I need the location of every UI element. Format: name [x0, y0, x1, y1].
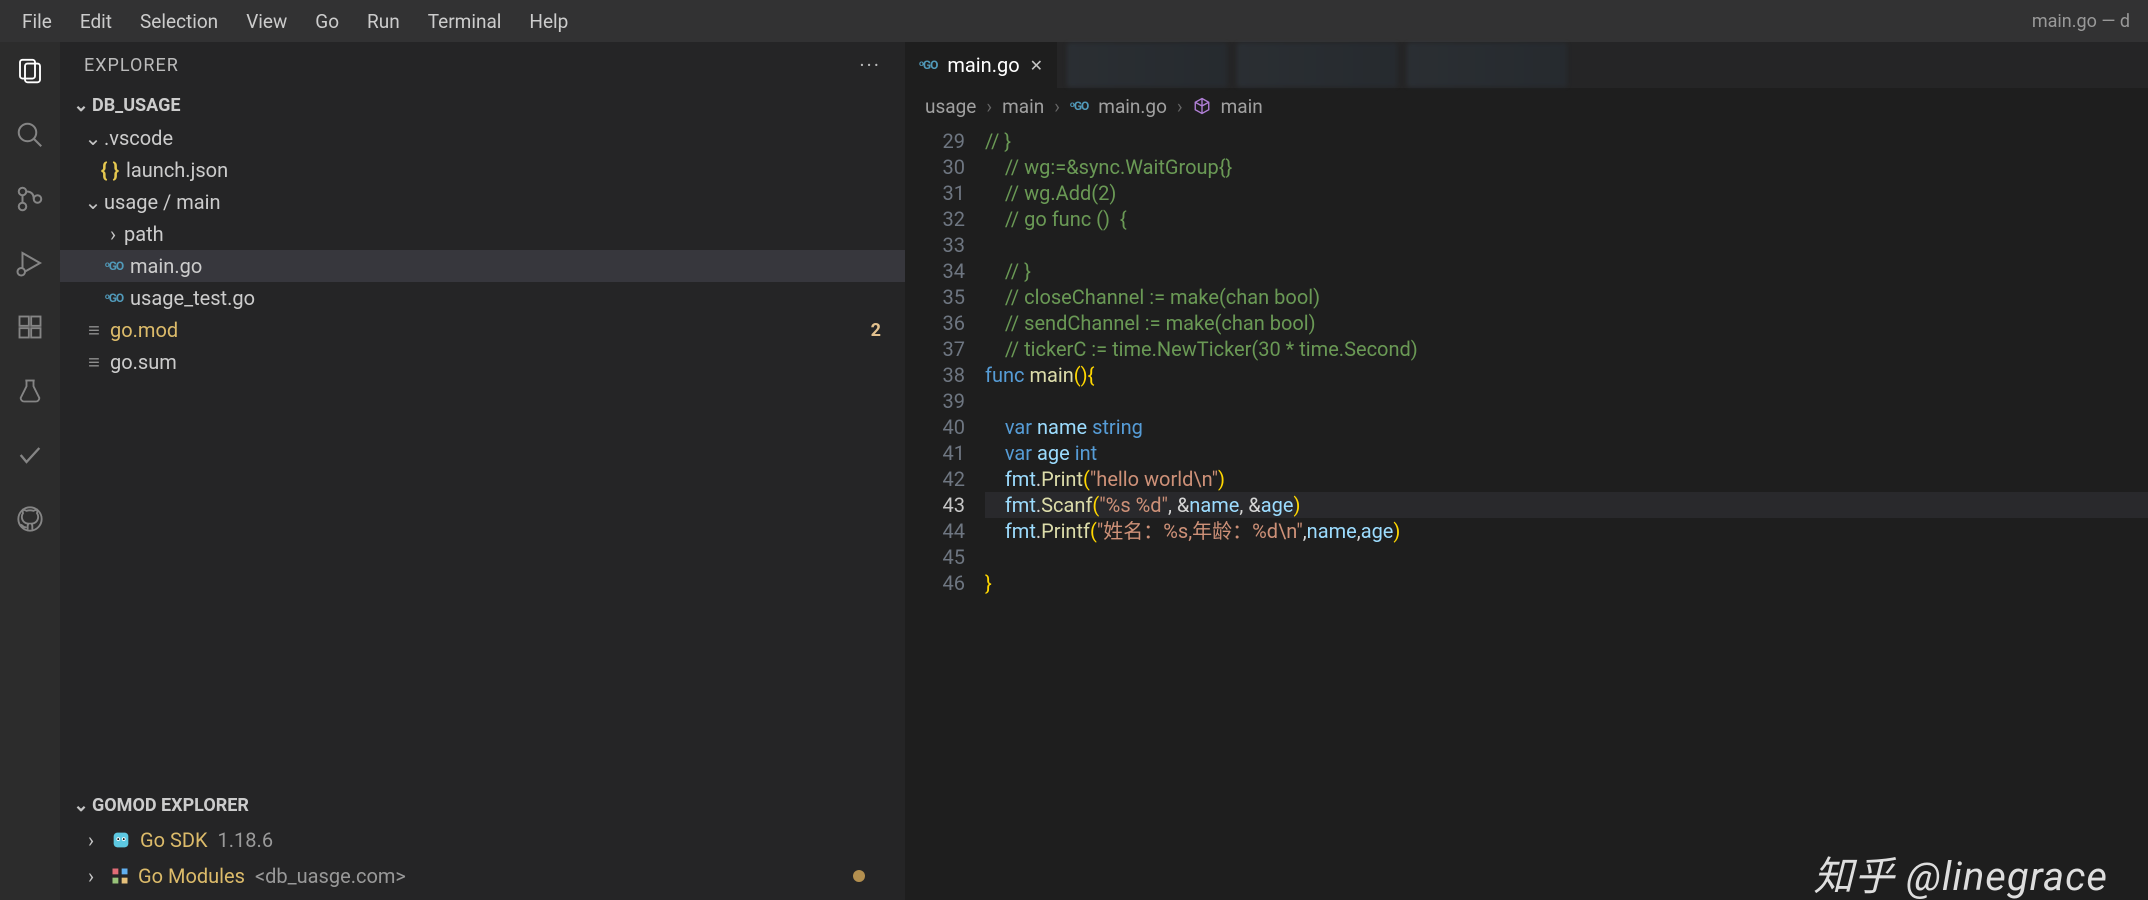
- folder-label: .vscode: [104, 126, 173, 150]
- file-label: main.go: [130, 254, 202, 278]
- folder-label: usage / main: [104, 190, 221, 214]
- tab-blurred-2[interactable]: [1237, 43, 1397, 87]
- gomod-title: GOMOD EXPLORER: [92, 795, 249, 816]
- gomod-section: ⌄ GOMOD EXPLORER › Go SDK 1.18.6 › Go Mo…: [60, 788, 905, 900]
- activity-bar: [0, 42, 60, 900]
- check-icon[interactable]: [13, 438, 47, 472]
- project-section: ⌄ DB_USAGE ⌄.vscode{ }launch.json⌄usage …: [60, 88, 905, 384]
- folder-usage-main[interactable]: ⌄usage / main: [60, 186, 905, 218]
- menubar: FileEditSelectionViewGoRunTerminalHelp m…: [0, 0, 2148, 42]
- project-name: DB_USAGE: [92, 95, 180, 116]
- tab-blurred-1[interactable]: [1067, 43, 1227, 87]
- github-icon[interactable]: [13, 502, 47, 536]
- extensions-icon[interactable]: [13, 310, 47, 344]
- testing-icon[interactable]: [13, 374, 47, 408]
- tab-blurred-3[interactable]: [1407, 43, 1567, 87]
- menu-items: FileEditSelectionViewGoRunTerminalHelp: [8, 10, 582, 33]
- more-icon[interactable]: ···: [859, 53, 881, 77]
- explorer-title: EXPLORER: [84, 55, 179, 76]
- folder-path[interactable]: ›path: [60, 218, 905, 250]
- modules-icon: [110, 866, 130, 886]
- file-tree: ⌄.vscode{ }launch.json⌄usage / main›path…: [60, 122, 905, 378]
- chevron-right-icon: ›: [986, 95, 992, 118]
- menu-go[interactable]: Go: [301, 10, 353, 33]
- bc-usage[interactable]: usage: [925, 95, 976, 118]
- chevron-down-icon: ⌄: [70, 95, 92, 116]
- sidebar: EXPLORER ··· ⌄ DB_USAGE ⌄.vscode{ }launc…: [60, 42, 905, 900]
- bc-main[interactable]: main: [1002, 95, 1044, 118]
- bc-symbol[interactable]: main: [1221, 95, 1263, 118]
- braces-icon: { }: [98, 158, 122, 182]
- package-icon: [1193, 97, 1211, 115]
- go-file-icon: ᵒGO: [1070, 99, 1088, 113]
- bc-file[interactable]: main.go: [1098, 95, 1167, 118]
- chevron-right-icon: ›: [80, 828, 102, 852]
- chevron-right-icon: ›: [1054, 95, 1060, 118]
- folder--vscode[interactable]: ⌄.vscode: [60, 122, 905, 154]
- go-modules-scope: <db_uasge.com>: [255, 864, 406, 888]
- go-sdk-label: Go SDK: [140, 828, 208, 852]
- close-icon[interactable]: ✕: [1030, 56, 1043, 75]
- chevron-right-icon: ›: [1177, 95, 1183, 118]
- menu-selection[interactable]: Selection: [126, 10, 232, 33]
- go-icon: ᵒGO: [102, 259, 126, 273]
- breadcrumbs[interactable]: usage › main › ᵒGO main.go › main: [905, 88, 2148, 124]
- chevron-down-icon: ⌄: [82, 126, 104, 150]
- file-usage_test-go[interactable]: ᵒGO usage_test.go: [60, 282, 905, 314]
- lines-icon: ≡: [82, 318, 106, 343]
- explorer-icon[interactable]: [13, 54, 47, 88]
- lines-icon: ≡: [82, 350, 106, 375]
- tab-bar: ᵒGO main.go ✕: [905, 42, 2148, 88]
- line-gutter: 293031323334353637383940414243444546: [905, 124, 985, 900]
- gomod-modules-row[interactable]: › Go Modules <db_uasge.com>: [60, 858, 905, 894]
- go-file-icon: ᵒGO: [919, 58, 937, 72]
- menu-help[interactable]: Help: [515, 10, 582, 33]
- file-label: go.sum: [110, 350, 177, 374]
- file-go-mod[interactable]: ≡go.mod 2: [60, 314, 905, 346]
- file-main-go[interactable]: ᵒGO main.go: [60, 250, 905, 282]
- menu-file[interactable]: File: [8, 10, 66, 33]
- go-modules-label: Go Modules: [138, 864, 245, 888]
- editor-area: ᵒGO main.go ✕ usage › main › ᵒGO main.go…: [905, 42, 2148, 900]
- file-label: go.mod: [110, 318, 178, 342]
- search-icon[interactable]: [13, 118, 47, 152]
- project-header[interactable]: ⌄ DB_USAGE: [60, 88, 905, 122]
- menu-run[interactable]: Run: [353, 10, 414, 33]
- code-content[interactable]: // } // wg:=&sync.WaitGroup{} // wg.Add(…: [985, 124, 2148, 900]
- menu-terminal[interactable]: Terminal: [414, 10, 516, 33]
- window-title: main.go — d: [2032, 11, 2140, 32]
- chevron-right-icon: ›: [102, 222, 124, 246]
- chevron-right-icon: ›: [80, 864, 102, 888]
- menu-view[interactable]: View: [232, 10, 301, 33]
- file-launch-json[interactable]: { }launch.json: [60, 154, 905, 186]
- run-debug-icon[interactable]: [13, 246, 47, 280]
- file-label: launch.json: [126, 158, 228, 182]
- tab-main-go[interactable]: ᵒGO main.go ✕: [905, 42, 1057, 88]
- tab-label: main.go: [947, 53, 1019, 77]
- chevron-down-icon: ⌄: [70, 795, 92, 816]
- chevron-down-icon: ⌄: [82, 190, 104, 214]
- gomod-header[interactable]: ⌄ GOMOD EXPLORER: [60, 788, 905, 822]
- menu-edit[interactable]: Edit: [66, 10, 126, 33]
- file-label: usage_test.go: [130, 286, 255, 310]
- go-sdk-version: 1.18.6: [218, 828, 274, 852]
- file-go-sum[interactable]: ≡go.sum: [60, 346, 905, 378]
- source-control-icon[interactable]: [13, 182, 47, 216]
- folder-label: path: [124, 222, 164, 246]
- dirty-dot-icon: [853, 870, 865, 882]
- code-editor[interactable]: 293031323334353637383940414243444546 // …: [905, 124, 2148, 900]
- gopher-icon: [110, 829, 132, 851]
- gomod-sdk-row[interactable]: › Go SDK 1.18.6: [60, 822, 905, 858]
- badge: 2: [871, 320, 881, 341]
- go-icon: ᵒGO: [102, 291, 126, 305]
- explorer-header: EXPLORER ···: [60, 42, 905, 88]
